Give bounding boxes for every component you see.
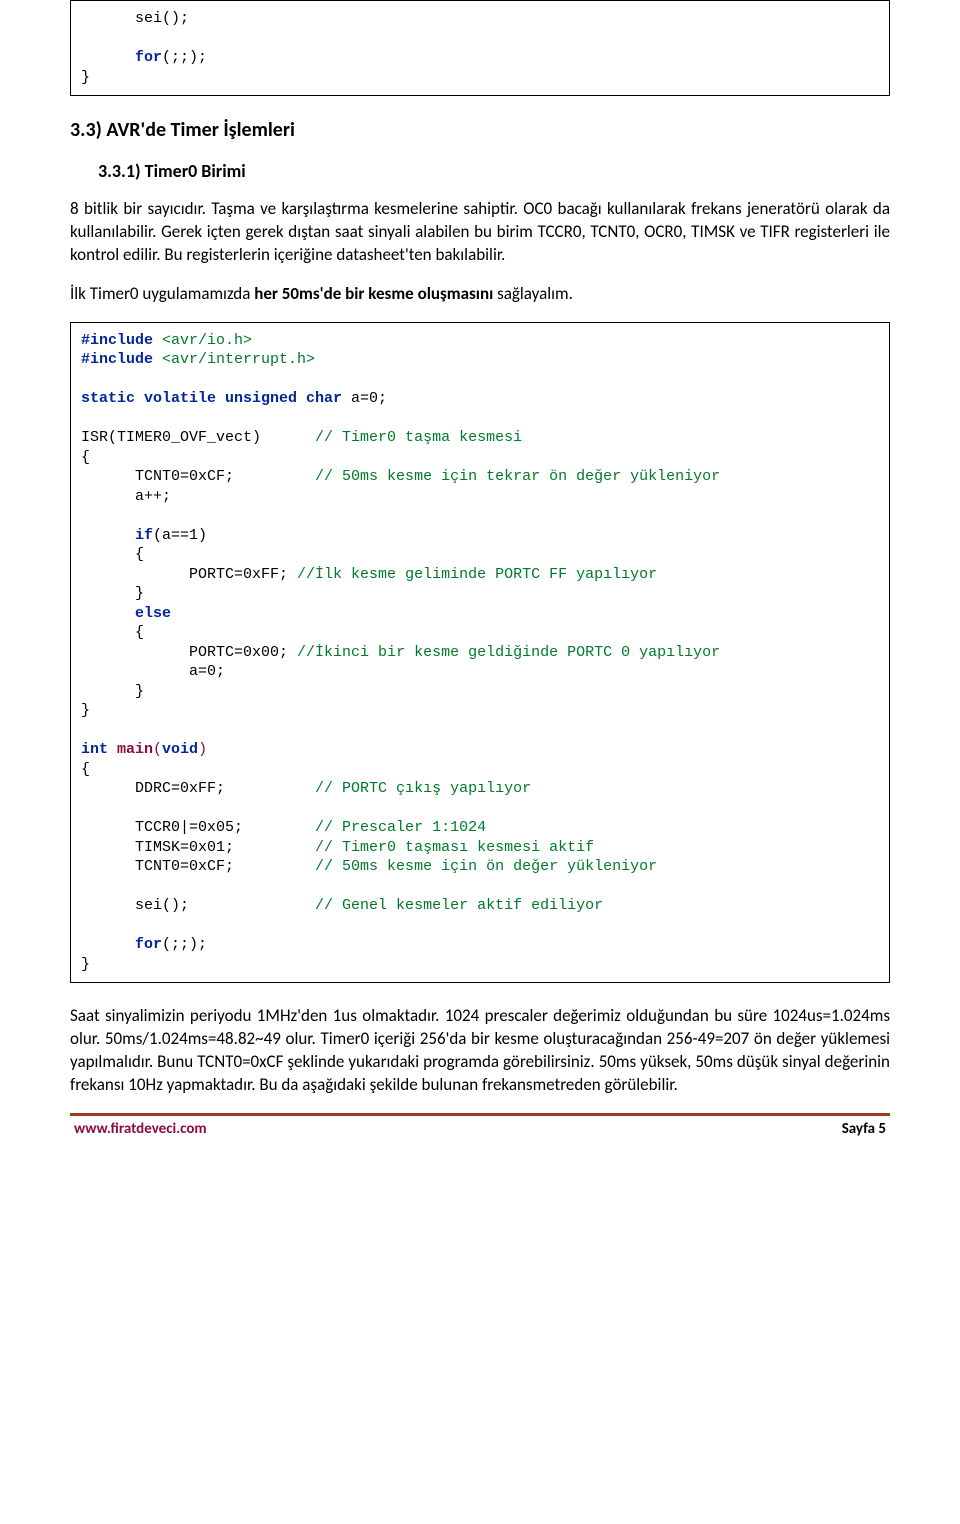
- comment: // Timer0 taşma kesmesi: [315, 429, 522, 446]
- indent: [81, 605, 135, 622]
- page-content: sei(); for(;;); } 3.3) AVR'de Timer İşle…: [0, 0, 960, 1158]
- indent: [81, 527, 135, 544]
- code-text: ISR(TIMER0_OVF_vect): [81, 429, 315, 446]
- text-bold: her 50ms'de bir kesme oluşmasını: [254, 283, 493, 304]
- keyword-void: void: [162, 741, 198, 758]
- paren: ): [198, 741, 207, 758]
- footer-rule: [70, 1113, 890, 1116]
- paragraph-1: 8 bitlik bir sayıcıdır. Taşma ve karşıla…: [70, 198, 890, 267]
- code-indent: [81, 49, 135, 66]
- footer: www.firatdeveci.com Sayfa 5: [70, 1120, 890, 1138]
- include-path: <avr/interrupt.h>: [153, 351, 315, 368]
- brace: }: [81, 683, 144, 700]
- code-text: TCNT0=0xCF;: [81, 858, 315, 875]
- brace: {: [81, 761, 90, 778]
- indent: [81, 936, 135, 953]
- comment: // PORTC çıkış yapılıyor: [315, 780, 531, 797]
- comment: //İlk kesme geliminde PORTC FF yapılıyor: [297, 566, 657, 583]
- code-text: (a==1): [153, 527, 207, 544]
- footer-page: Sayfa 5: [842, 1120, 886, 1138]
- comment: // 50ms kesme için ön değer yükleniyor: [315, 858, 657, 875]
- brace: {: [81, 449, 90, 466]
- code-text: PORTC=0xFF;: [81, 566, 297, 583]
- code-text: (;;);: [162, 936, 207, 953]
- include-kw: #include: [81, 351, 153, 368]
- keyword-if: if: [135, 527, 153, 544]
- code-text: sei();: [81, 897, 315, 914]
- heading-3: 3.3.1) Timer0 Birimi: [98, 160, 890, 182]
- code-text: DDRC=0xFF;: [81, 780, 315, 797]
- brace: {: [81, 546, 144, 563]
- type-kw: int: [81, 741, 117, 758]
- code-text: PORTC=0x00;: [81, 644, 297, 661]
- brace: {: [81, 624, 144, 641]
- brace: }: [81, 956, 90, 973]
- comment: //İkinci bir kesme geldiğinde PORTC 0 ya…: [297, 644, 720, 661]
- include-path: <avr/io.h>: [153, 332, 252, 349]
- keyword-for: for: [135, 49, 162, 66]
- footer-url: www.firatdeveci.com: [74, 1120, 207, 1138]
- code-text: a++;: [81, 488, 171, 505]
- keyword-else: else: [135, 605, 171, 622]
- keyword-main: main: [117, 741, 153, 758]
- code-text: TIMSK=0x01;: [81, 839, 315, 856]
- code-text: a=0;: [81, 663, 225, 680]
- include-kw: #include: [81, 332, 153, 349]
- code-text: a=0;: [351, 390, 387, 407]
- heading-2: 3.3) AVR'de Timer İşlemleri: [70, 118, 890, 142]
- type-kw: static volatile unsigned char: [81, 390, 351, 407]
- code-text: TCCR0|=0x05;: [81, 819, 315, 836]
- comment: // Genel kesmeler aktif ediliyor: [315, 897, 603, 914]
- code-block-1: sei(); for(;;); }: [70, 0, 890, 96]
- code-text: TCNT0=0xCF;: [81, 468, 315, 485]
- text: İlk Timer0 uygulamamızda: [70, 283, 254, 304]
- comment: // Prescaler 1:1024: [315, 819, 486, 836]
- brace: }: [81, 702, 90, 719]
- comment: // Timer0 taşması kesmesi aktif: [315, 839, 594, 856]
- paren: (: [153, 741, 162, 758]
- code-block-2: #include <avr/io.h> #include <avr/interr…: [70, 322, 890, 984]
- paragraph-3: Saat sinyalimizin periyodu 1MHz'den 1us …: [70, 1005, 890, 1097]
- keyword-for: for: [135, 936, 162, 953]
- paragraph-2: İlk Timer0 uygulamamızda her 50ms'de bir…: [70, 283, 890, 306]
- comment: // 50ms kesme için tekrar ön değer yükle…: [315, 468, 720, 485]
- code-line: }: [81, 69, 90, 86]
- text: sağlayalım.: [493, 283, 573, 304]
- code-line: sei();: [81, 10, 189, 27]
- code-text: (;;);: [162, 49, 207, 66]
- brace: }: [81, 585, 144, 602]
